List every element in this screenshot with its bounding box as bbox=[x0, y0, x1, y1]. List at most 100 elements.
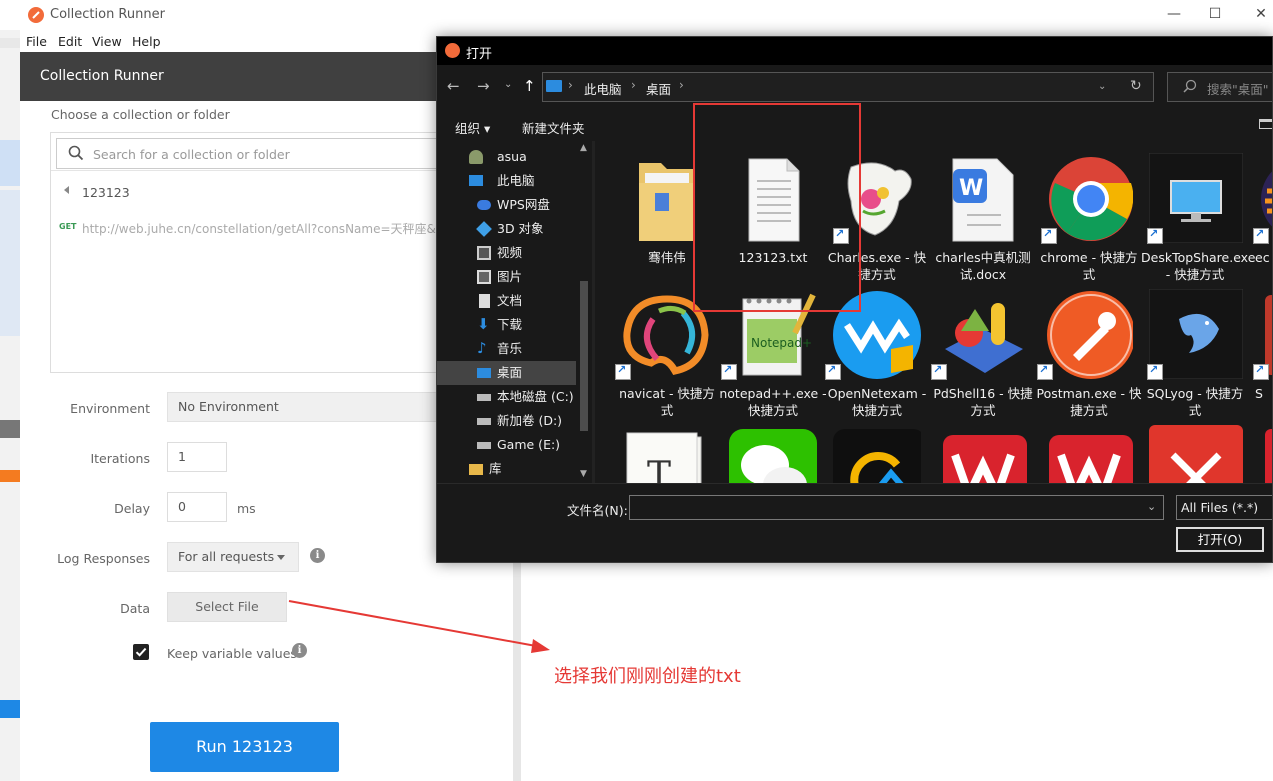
xmind-icon bbox=[1149, 425, 1243, 483]
app-icon bbox=[833, 425, 925, 483]
nav-item-label: 库 bbox=[489, 461, 502, 476]
breadcrumb-this-pc[interactable]: 此电脑 bbox=[584, 79, 622, 98]
nav-item-label: 新加卷 (D:) bbox=[497, 413, 563, 428]
file-label: navicat - 快捷方式 bbox=[619, 386, 715, 418]
nav-item-label: 本地磁盘 (C:) bbox=[497, 389, 574, 404]
desktop-icon bbox=[477, 368, 491, 378]
wps-office-icon bbox=[1045, 425, 1133, 483]
chevron-down-icon[interactable]: ⌄ bbox=[1147, 500, 1156, 513]
chevron-right-icon: › bbox=[679, 78, 684, 92]
shortcut-arrow-icon bbox=[1147, 363, 1163, 380]
shortcut-arrow-icon bbox=[1041, 227, 1057, 244]
file-type-select[interactable]: All Files (*.*) bbox=[1176, 495, 1272, 520]
file-tile[interactable]: SQLyog - 快捷方式 bbox=[1141, 281, 1249, 418]
music-icon: ♪ bbox=[477, 339, 487, 357]
up-arrow-icon[interactable]: ↑ bbox=[523, 77, 536, 95]
file-label: notepad++.exe - 快捷方式 bbox=[719, 386, 827, 418]
library-icon bbox=[469, 464, 483, 475]
monitor-icon bbox=[1148, 152, 1244, 244]
download-icon: ⬇ bbox=[477, 315, 490, 333]
file-tile[interactable] bbox=[719, 417, 827, 483]
nav-item-label: Game (E:) bbox=[497, 437, 561, 452]
new-folder-button[interactable]: 新建文件夹 bbox=[522, 118, 585, 137]
file-label: charles中真机测试.docx bbox=[935, 250, 1031, 282]
dialog-titlebar bbox=[437, 37, 1272, 65]
file-tile[interactable]: DeskTopShare.exe - 快捷方式 bbox=[1141, 145, 1255, 282]
shortcut-arrow-icon bbox=[615, 363, 631, 380]
back-arrow-icon[interactable]: ← bbox=[447, 77, 460, 95]
shortcut-arrow-icon bbox=[1037, 363, 1053, 380]
filename-input[interactable] bbox=[629, 495, 1164, 520]
dialog-title: 打开 bbox=[466, 47, 493, 62]
app-icon bbox=[1257, 425, 1272, 483]
nav-item-this-pc[interactable]: 此电脑 bbox=[469, 169, 607, 193]
annotation-text: 选择我们刚刚创建的txt bbox=[554, 666, 741, 687]
file-tile[interactable]: ec bbox=[1247, 145, 1272, 280]
svg-text:T: T bbox=[647, 455, 671, 483]
file-label: chrome - 快捷方式 bbox=[1040, 250, 1138, 282]
sqlyog-icon bbox=[1148, 288, 1244, 380]
file-tile[interactable]: W charles中真机测试.docx bbox=[929, 145, 1037, 282]
shortcut-arrow-icon bbox=[1147, 227, 1163, 244]
nav-item-label: WPS网盘 bbox=[497, 197, 550, 212]
file-tile[interactable] bbox=[823, 417, 931, 483]
cloud-icon bbox=[477, 200, 491, 210]
drive-icon bbox=[477, 418, 491, 425]
annotation-highlight-box bbox=[693, 103, 861, 312]
wechat-icon bbox=[729, 425, 817, 483]
cube-icon bbox=[476, 221, 492, 237]
nav-item-label: 图片 bbox=[497, 269, 523, 284]
shortcut-arrow-icon bbox=[931, 363, 947, 380]
nav-item-label: 3D 对象 bbox=[497, 221, 544, 236]
nav-item-label: 音乐 bbox=[497, 341, 523, 356]
picture-icon bbox=[477, 270, 491, 284]
nav-item-label: 下载 bbox=[497, 317, 523, 332]
refresh-icon[interactable]: ↻ bbox=[1130, 78, 1142, 94]
chevron-right-icon: › bbox=[631, 78, 636, 92]
organize-button[interactable]: 组织 ▾ bbox=[455, 118, 490, 137]
view-options-icon[interactable] bbox=[1259, 119, 1272, 129]
scroll-up-icon[interactable]: ▲ bbox=[580, 143, 587, 153]
file-label: S bbox=[1255, 386, 1263, 401]
postman-logo-icon bbox=[445, 43, 460, 58]
nav-item-label: asua bbox=[497, 149, 527, 164]
pdshell-icon bbox=[939, 289, 1027, 379]
shortcut-arrow-icon bbox=[825, 363, 841, 380]
file-tile[interactable]: PdShell16 - 快捷方式 bbox=[929, 281, 1037, 418]
breadcrumb-desktop[interactable]: 桌面 bbox=[646, 79, 671, 98]
open-button[interactable]: 打开(O) bbox=[1176, 527, 1264, 552]
svg-text:Notepad+: Notepad+ bbox=[751, 336, 812, 350]
document-icon bbox=[479, 294, 490, 308]
scroll-down-icon[interactable]: ▼ bbox=[580, 469, 587, 479]
nav-item-label: 桌面 bbox=[497, 365, 523, 380]
typora-icon: T bbox=[623, 425, 711, 483]
file-tile[interactable] bbox=[1247, 417, 1272, 483]
chrome-icon bbox=[1045, 153, 1134, 243]
shortcut-arrow-icon bbox=[1253, 227, 1269, 244]
shortcut-arrow-icon bbox=[721, 363, 737, 380]
file-tile[interactable]: chrome - 快捷方式 bbox=[1035, 145, 1143, 282]
search-icon bbox=[1183, 79, 1197, 96]
recent-chevron-icon[interactable]: ⌄ bbox=[504, 79, 512, 90]
forward-arrow-icon[interactable]: → bbox=[477, 77, 490, 95]
nav-item-desktop[interactable]: 桌面 bbox=[437, 361, 576, 385]
chevron-right-icon: › bbox=[568, 78, 573, 92]
file-tile[interactable] bbox=[1035, 417, 1143, 483]
nav-item-label: 文档 bbox=[497, 293, 523, 308]
svg-text:W: W bbox=[959, 176, 983, 201]
chevron-down-icon[interactable]: ⌄ bbox=[1098, 81, 1106, 92]
filename-label: 文件名(N): bbox=[567, 503, 628, 518]
shortcut-arrow-icon bbox=[1253, 363, 1269, 380]
file-tile[interactable]: Postman.exe - 快捷方式 bbox=[1035, 281, 1143, 418]
file-tile[interactable] bbox=[929, 417, 1037, 483]
file-tile[interactable]: S bbox=[1247, 281, 1272, 416]
nav-scrollbar-thumb[interactable] bbox=[580, 281, 588, 431]
dialog-search-placeholder: 搜索"桌面" bbox=[1207, 82, 1269, 97]
file-label: SQLyog - 快捷方式 bbox=[1146, 386, 1244, 418]
file-tile[interactable] bbox=[1141, 417, 1249, 483]
file-label: Postman.exe - 快捷方式 bbox=[1036, 386, 1142, 418]
file-tile[interactable]: T bbox=[613, 417, 721, 483]
wps-office-icon bbox=[939, 425, 1027, 483]
drive-icon bbox=[477, 442, 491, 449]
file-label: OpenNetexam - 快捷方式 bbox=[827, 386, 927, 418]
